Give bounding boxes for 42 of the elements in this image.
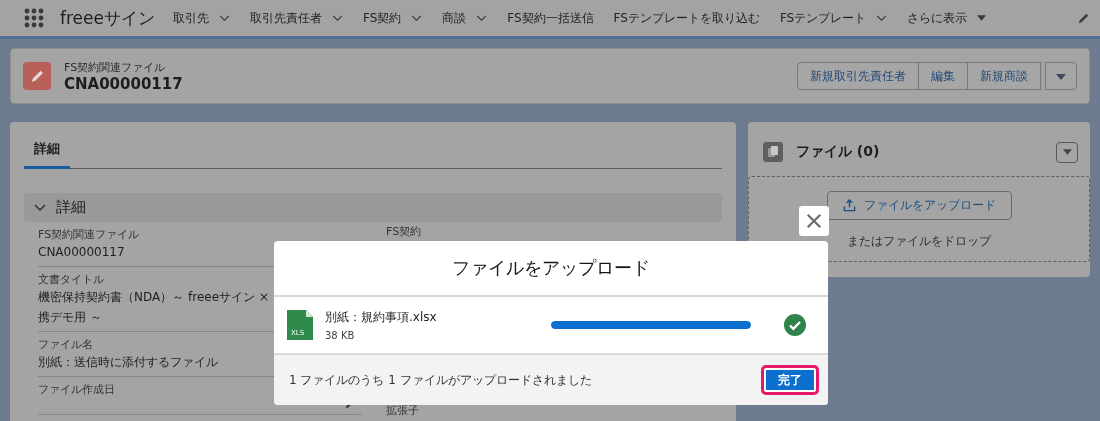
nav-tab[interactable]: さらに表示 [907,9,987,27]
record-name: CNA00000117 [64,74,183,93]
close-button[interactable] [799,206,829,236]
action-button[interactable]: 新規商談 [967,62,1041,90]
field-label: 拡張子 [386,403,420,418]
close-icon [805,212,823,230]
file-size: 38 KB [325,330,356,341]
nav-tab[interactable]: FSテンプレートを取り込む [613,9,760,27]
caret-down-icon [1056,74,1066,80]
detail-tab[interactable]: 詳細 [24,140,70,169]
chevron-down-icon[interactable] [219,14,230,22]
chevron-down-icon[interactable] [876,14,888,22]
chevron-down-icon[interactable] [411,14,423,22]
dropdown-button[interactable] [1056,141,1078,163]
section-header[interactable]: 詳細 [24,193,722,222]
drop-hint: またはファイルをドロップ [847,233,991,250]
field-label: FS契約 [386,224,423,239]
nav-tab[interactable]: FS契約 [363,9,423,27]
caret-down-icon [1062,149,1072,155]
app-name: freeeサイン [60,6,155,30]
pencil-icon [23,62,51,90]
nav-tab[interactable]: FSテンプレート [779,9,888,27]
nav-tab[interactable]: FS契約一括送信 [507,9,594,27]
more-actions-button[interactable] [1045,62,1077,90]
caret-down-icon[interactable] [977,15,987,21]
files-icon [763,142,783,162]
upload-icon [842,199,856,212]
object-type: FS契約関連ファイル [64,59,167,75]
nav-tab[interactable]: 取引先責任者 [250,9,343,27]
action-button[interactable]: 新規取引先責任者 [797,62,919,90]
chevron-down-icon[interactable] [476,14,488,22]
done-button[interactable]: 完了 [764,368,816,392]
nav-tab[interactable]: 商談 [442,9,488,27]
pencil-icon[interactable] [1077,11,1090,25]
card-title: ファイル (0) [796,143,880,161]
chevron-down-icon[interactable] [332,14,343,22]
chevron-down-icon [34,203,46,212]
nav-tab[interactable]: 取引先 [173,9,230,27]
upload-button[interactable]: ファイルをアップロード [826,191,1012,220]
app-launcher-icon[interactable] [24,8,44,28]
dialog-title: ファイルをアップロード [452,256,650,280]
action-button[interactable]: 編集 [918,62,968,90]
